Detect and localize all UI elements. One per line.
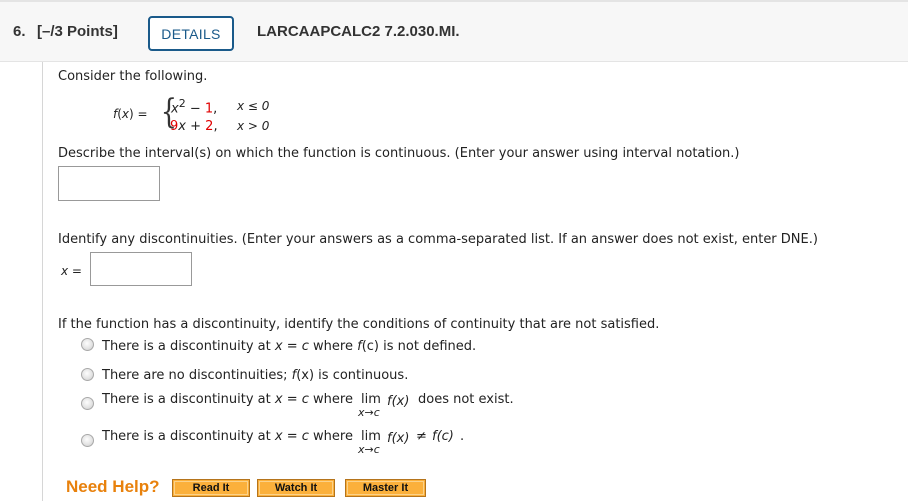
- piece-1-comma: ,: [213, 101, 218, 117]
- discontinuity-answer-input[interactable]: [90, 252, 192, 286]
- details-button[interactable]: DETAILS: [148, 16, 234, 51]
- piece-1-operator: −: [185, 101, 205, 117]
- question-body: Consider the following. f(x) = { x2 − 1,…: [42, 62, 908, 501]
- part3-prompt: If the function has a discontinuity, ide…: [58, 317, 660, 332]
- x-equals-label: x =: [61, 264, 82, 278]
- piece-2-variable: x: [178, 119, 186, 134]
- piece-2-operator: +: [185, 119, 206, 134]
- option-1-post: where: [308, 339, 358, 354]
- option-4-lim: lim: [361, 429, 381, 444]
- radio-option-1[interactable]: [81, 338, 94, 351]
- option-1-arg: (c): [361, 339, 379, 354]
- option-3-fx: f(x): [387, 394, 410, 409]
- piece-1-constant: 1: [204, 101, 214, 117]
- radio-option-4[interactable]: [81, 434, 94, 447]
- option-4-neq: ≠: [416, 429, 427, 444]
- option-1-pre: There is a discontinuity at: [102, 339, 275, 354]
- option-4-fx: f(x): [387, 431, 410, 446]
- option-3-lim: lim: [361, 392, 381, 407]
- option-3-mid: =: [282, 392, 302, 407]
- option-2-pre: There are no discontinuities;: [102, 368, 292, 383]
- option-4-var1: x: [274, 429, 283, 444]
- option-3-lim-subscript: x→c: [358, 406, 380, 419]
- piece-2-expression: 9x + 2,: [170, 119, 218, 134]
- option-4-fc: f(c): [432, 429, 454, 444]
- question-code: LARCAAPCALC2 7.2.030.MI.: [257, 23, 460, 40]
- piece-2-condition: x > 0: [237, 119, 270, 133]
- points-label: [–/3 Points]: [37, 23, 118, 40]
- piece-1-base: x: [171, 101, 179, 117]
- option-4-post: where: [308, 429, 353, 444]
- intro-text: Consider the following.: [58, 69, 208, 84]
- option-4-label: There is a discontinuity at x = c where: [102, 429, 353, 444]
- option-4-tail: .: [460, 429, 465, 444]
- option-2-label: There are no discontinuities; f(x) is co…: [102, 368, 408, 383]
- piece-1-expression: x2 − 1,: [171, 97, 217, 116]
- piece-1-exponent: 2: [178, 97, 186, 110]
- question-number: 6.: [13, 23, 26, 40]
- function-lhs: f(x) =: [113, 107, 148, 121]
- interval-answer-input[interactable]: [58, 166, 160, 201]
- option-3-label: There is a discontinuity at x = c where: [102, 392, 353, 407]
- option-1-var2: c: [301, 339, 309, 354]
- piece-2-comma: ,: [213, 119, 218, 134]
- radio-option-3[interactable]: [81, 397, 94, 410]
- option-4-var2: c: [301, 429, 309, 444]
- option-2-arg: (x): [296, 368, 315, 383]
- option-2-tail: is continuous.: [314, 368, 409, 383]
- option-4-lim-subscript: x→c: [358, 443, 380, 456]
- option-1-var1: x: [274, 339, 283, 354]
- option-4-pre: There is a discontinuity at: [102, 429, 275, 444]
- piece-1-condition: x ≤ 0: [237, 99, 270, 113]
- option-4-mid: =: [282, 429, 302, 444]
- option-3-tail: does not exist.: [418, 392, 514, 407]
- option-3-var2: c: [301, 392, 309, 407]
- read-it-button[interactable]: Read It: [172, 479, 250, 497]
- option-3-pre: There is a discontinuity at: [102, 392, 275, 407]
- option-1-mid: =: [282, 339, 302, 354]
- part1-prompt: Describe the interval(s) on which the fu…: [58, 146, 740, 161]
- option-1-label: There is a discontinuity at x = c where …: [102, 339, 476, 354]
- option-1-tail: is not defined.: [379, 339, 477, 354]
- radio-option-2[interactable]: [81, 368, 94, 381]
- option-3-var1: x: [274, 392, 283, 407]
- master-it-button[interactable]: Master It: [345, 479, 426, 497]
- part2-prompt: Identify any discontinuities. (Enter you…: [58, 232, 818, 247]
- question-header: 6. [–/3 Points] DETAILS LARCAAPCALC2 7.2…: [0, 0, 908, 62]
- watch-it-button[interactable]: Watch It: [257, 479, 335, 497]
- need-help-label: Need Help?: [66, 477, 160, 496]
- option-3-post: where: [308, 392, 353, 407]
